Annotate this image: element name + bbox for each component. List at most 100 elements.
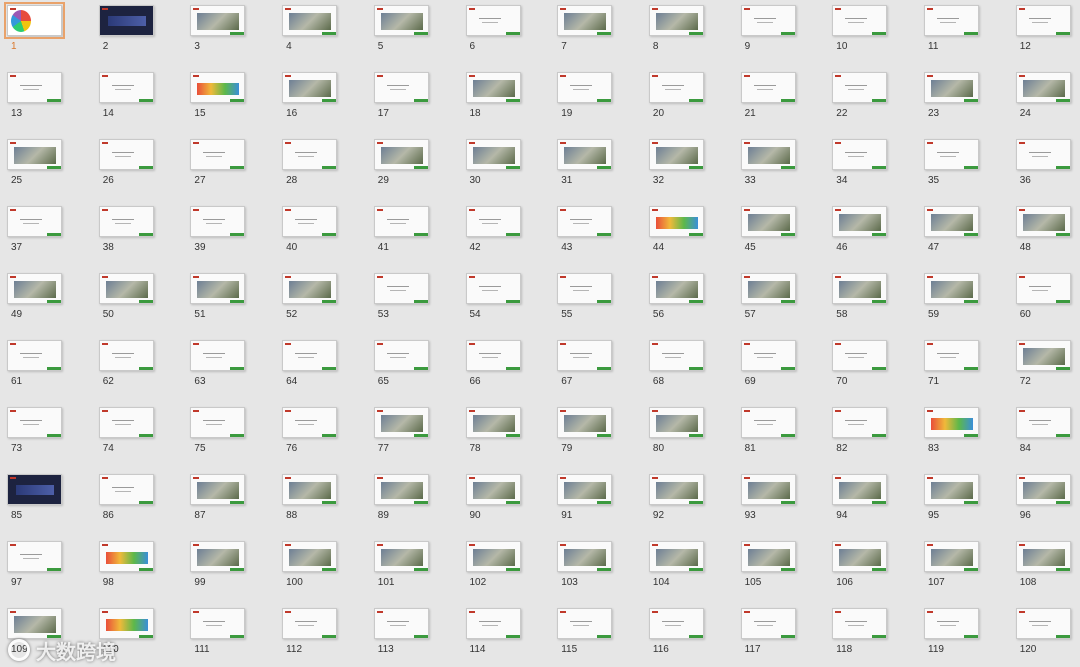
slide-thumbnail-23[interactable]: 23	[917, 67, 997, 125]
slide-thumbnail-82[interactable]: 82	[825, 402, 905, 460]
slide-thumbnail-99[interactable]: 99	[183, 536, 263, 594]
slide-thumbnail-92[interactable]: 92	[642, 469, 722, 527]
slide-preview[interactable]	[7, 72, 62, 103]
slide-thumbnail-108[interactable]: 108	[1009, 536, 1080, 594]
slide-preview[interactable]	[740, 5, 796, 36]
slide-preview[interactable]	[832, 541, 888, 572]
slide-preview[interactable]	[832, 340, 888, 371]
slide-thumbnail-67[interactable]: 67	[550, 335, 630, 393]
slide-preview[interactable]	[924, 206, 979, 237]
slide-preview[interactable]	[832, 139, 888, 170]
slide-thumbnail-34[interactable]: 34	[825, 134, 905, 192]
slide-thumbnail-109[interactable]: 109	[0, 603, 80, 661]
slide-preview[interactable]	[190, 72, 246, 103]
slide-thumbnail-70[interactable]: 70	[825, 335, 905, 393]
slide-thumbnail-51[interactable]: 51	[183, 268, 263, 326]
slide-preview[interactable]	[1015, 474, 1071, 505]
slide-thumbnail-97[interactable]: 97	[0, 536, 80, 594]
slide-preview[interactable]	[282, 72, 338, 103]
slide-thumbnail-13[interactable]: 13	[0, 67, 80, 125]
slide-thumbnail-53[interactable]: 53	[367, 268, 447, 326]
slide-thumbnail-115[interactable]: 115	[550, 603, 630, 661]
slide-thumbnail-11[interactable]: 11	[917, 0, 997, 58]
slide-preview[interactable]	[648, 608, 704, 639]
slide-thumbnail-42[interactable]: 42	[459, 201, 539, 259]
slide-preview[interactable]	[1015, 340, 1071, 371]
slide-preview[interactable]	[373, 206, 429, 237]
slide-thumbnail-107[interactable]: 107	[917, 536, 997, 594]
slide-preview[interactable]	[465, 541, 521, 572]
slide-preview[interactable]	[465, 340, 521, 371]
slide-thumbnail-1[interactable]: 1	[0, 0, 80, 58]
slide-thumbnail-105[interactable]: 105	[734, 536, 814, 594]
slide-preview[interactable]	[98, 608, 154, 639]
slide-preview[interactable]	[648, 72, 704, 103]
slide-preview[interactable]	[740, 72, 796, 103]
slide-preview[interactable]	[648, 474, 704, 505]
slide-preview[interactable]	[465, 72, 521, 103]
slide-preview[interactable]	[98, 541, 154, 572]
slide-preview[interactable]	[282, 541, 338, 572]
slide-thumbnail-49[interactable]: 49	[0, 268, 80, 326]
slide-thumbnail-112[interactable]: 112	[275, 603, 355, 661]
slide-preview[interactable]	[373, 72, 429, 103]
slide-thumbnail-104[interactable]: 104	[642, 536, 722, 594]
slide-thumbnail-117[interactable]: 117	[734, 603, 814, 661]
slide-preview[interactable]	[557, 474, 613, 505]
slide-preview[interactable]	[373, 5, 429, 36]
slide-preview[interactable]	[740, 139, 796, 170]
slide-thumbnail-10[interactable]: 10	[825, 0, 905, 58]
slide-preview[interactable]	[648, 139, 704, 170]
slide-preview[interactable]	[648, 5, 704, 36]
slide-thumbnail-75[interactable]: 75	[183, 402, 263, 460]
slide-preview[interactable]	[190, 340, 246, 371]
slide-thumbnail-46[interactable]: 46	[825, 201, 905, 259]
slide-preview[interactable]	[465, 139, 521, 170]
slide-preview[interactable]	[1015, 608, 1071, 639]
slide-thumbnail-103[interactable]: 103	[550, 536, 630, 594]
slide-thumbnail-48[interactable]: 48	[1009, 201, 1080, 259]
slide-thumbnail-37[interactable]: 37	[0, 201, 80, 259]
slide-thumbnail-106[interactable]: 106	[825, 536, 905, 594]
slide-preview[interactable]	[282, 608, 338, 639]
slide-thumbnail-95[interactable]: 95	[917, 469, 997, 527]
slide-preview[interactable]	[373, 474, 429, 505]
slide-preview[interactable]	[924, 407, 979, 438]
slide-preview[interactable]	[648, 340, 704, 371]
slide-thumbnail-21[interactable]: 21	[734, 67, 814, 125]
slide-preview[interactable]	[1015, 273, 1071, 304]
slide-preview[interactable]	[190, 407, 246, 438]
slide-thumbnail-66[interactable]: 66	[459, 335, 539, 393]
slide-preview[interactable]	[648, 541, 704, 572]
slide-preview[interactable]	[1015, 72, 1071, 103]
slide-thumbnail-41[interactable]: 41	[367, 201, 447, 259]
slide-thumbnail-44[interactable]: 44	[642, 201, 722, 259]
slide-preview[interactable]	[282, 273, 338, 304]
slide-thumbnail-14[interactable]: 14	[92, 67, 172, 125]
slide-preview[interactable]	[465, 608, 521, 639]
slide-preview[interactable]	[557, 206, 613, 237]
slide-thumbnail-101[interactable]: 101	[367, 536, 447, 594]
slide-preview[interactable]	[740, 273, 796, 304]
slide-preview[interactable]	[4, 2, 65, 39]
slide-thumbnail-22[interactable]: 22	[825, 67, 905, 125]
slide-preview[interactable]	[557, 541, 613, 572]
slide-preview[interactable]	[98, 340, 154, 371]
slide-preview[interactable]	[924, 139, 979, 170]
slide-preview[interactable]	[924, 541, 979, 572]
slide-thumbnail-85[interactable]: 85	[0, 469, 80, 527]
slide-preview[interactable]	[465, 474, 521, 505]
slide-thumbnail-54[interactable]: 54	[459, 268, 539, 326]
slide-thumbnail-50[interactable]: 50	[92, 268, 172, 326]
slide-thumbnail-89[interactable]: 89	[367, 469, 447, 527]
slide-preview[interactable]	[190, 5, 246, 36]
slide-thumbnail-65[interactable]: 65	[367, 335, 447, 393]
slide-thumbnail-45[interactable]: 45	[734, 201, 814, 259]
slide-preview[interactable]	[832, 72, 888, 103]
slide-thumbnail-79[interactable]: 79	[550, 402, 630, 460]
slide-preview[interactable]	[740, 340, 796, 371]
slide-thumbnail-68[interactable]: 68	[642, 335, 722, 393]
slide-thumbnail-2[interactable]: 2	[92, 0, 172, 58]
slide-thumbnail-96[interactable]: 96	[1009, 469, 1080, 527]
slide-thumbnail-43[interactable]: 43	[550, 201, 630, 259]
